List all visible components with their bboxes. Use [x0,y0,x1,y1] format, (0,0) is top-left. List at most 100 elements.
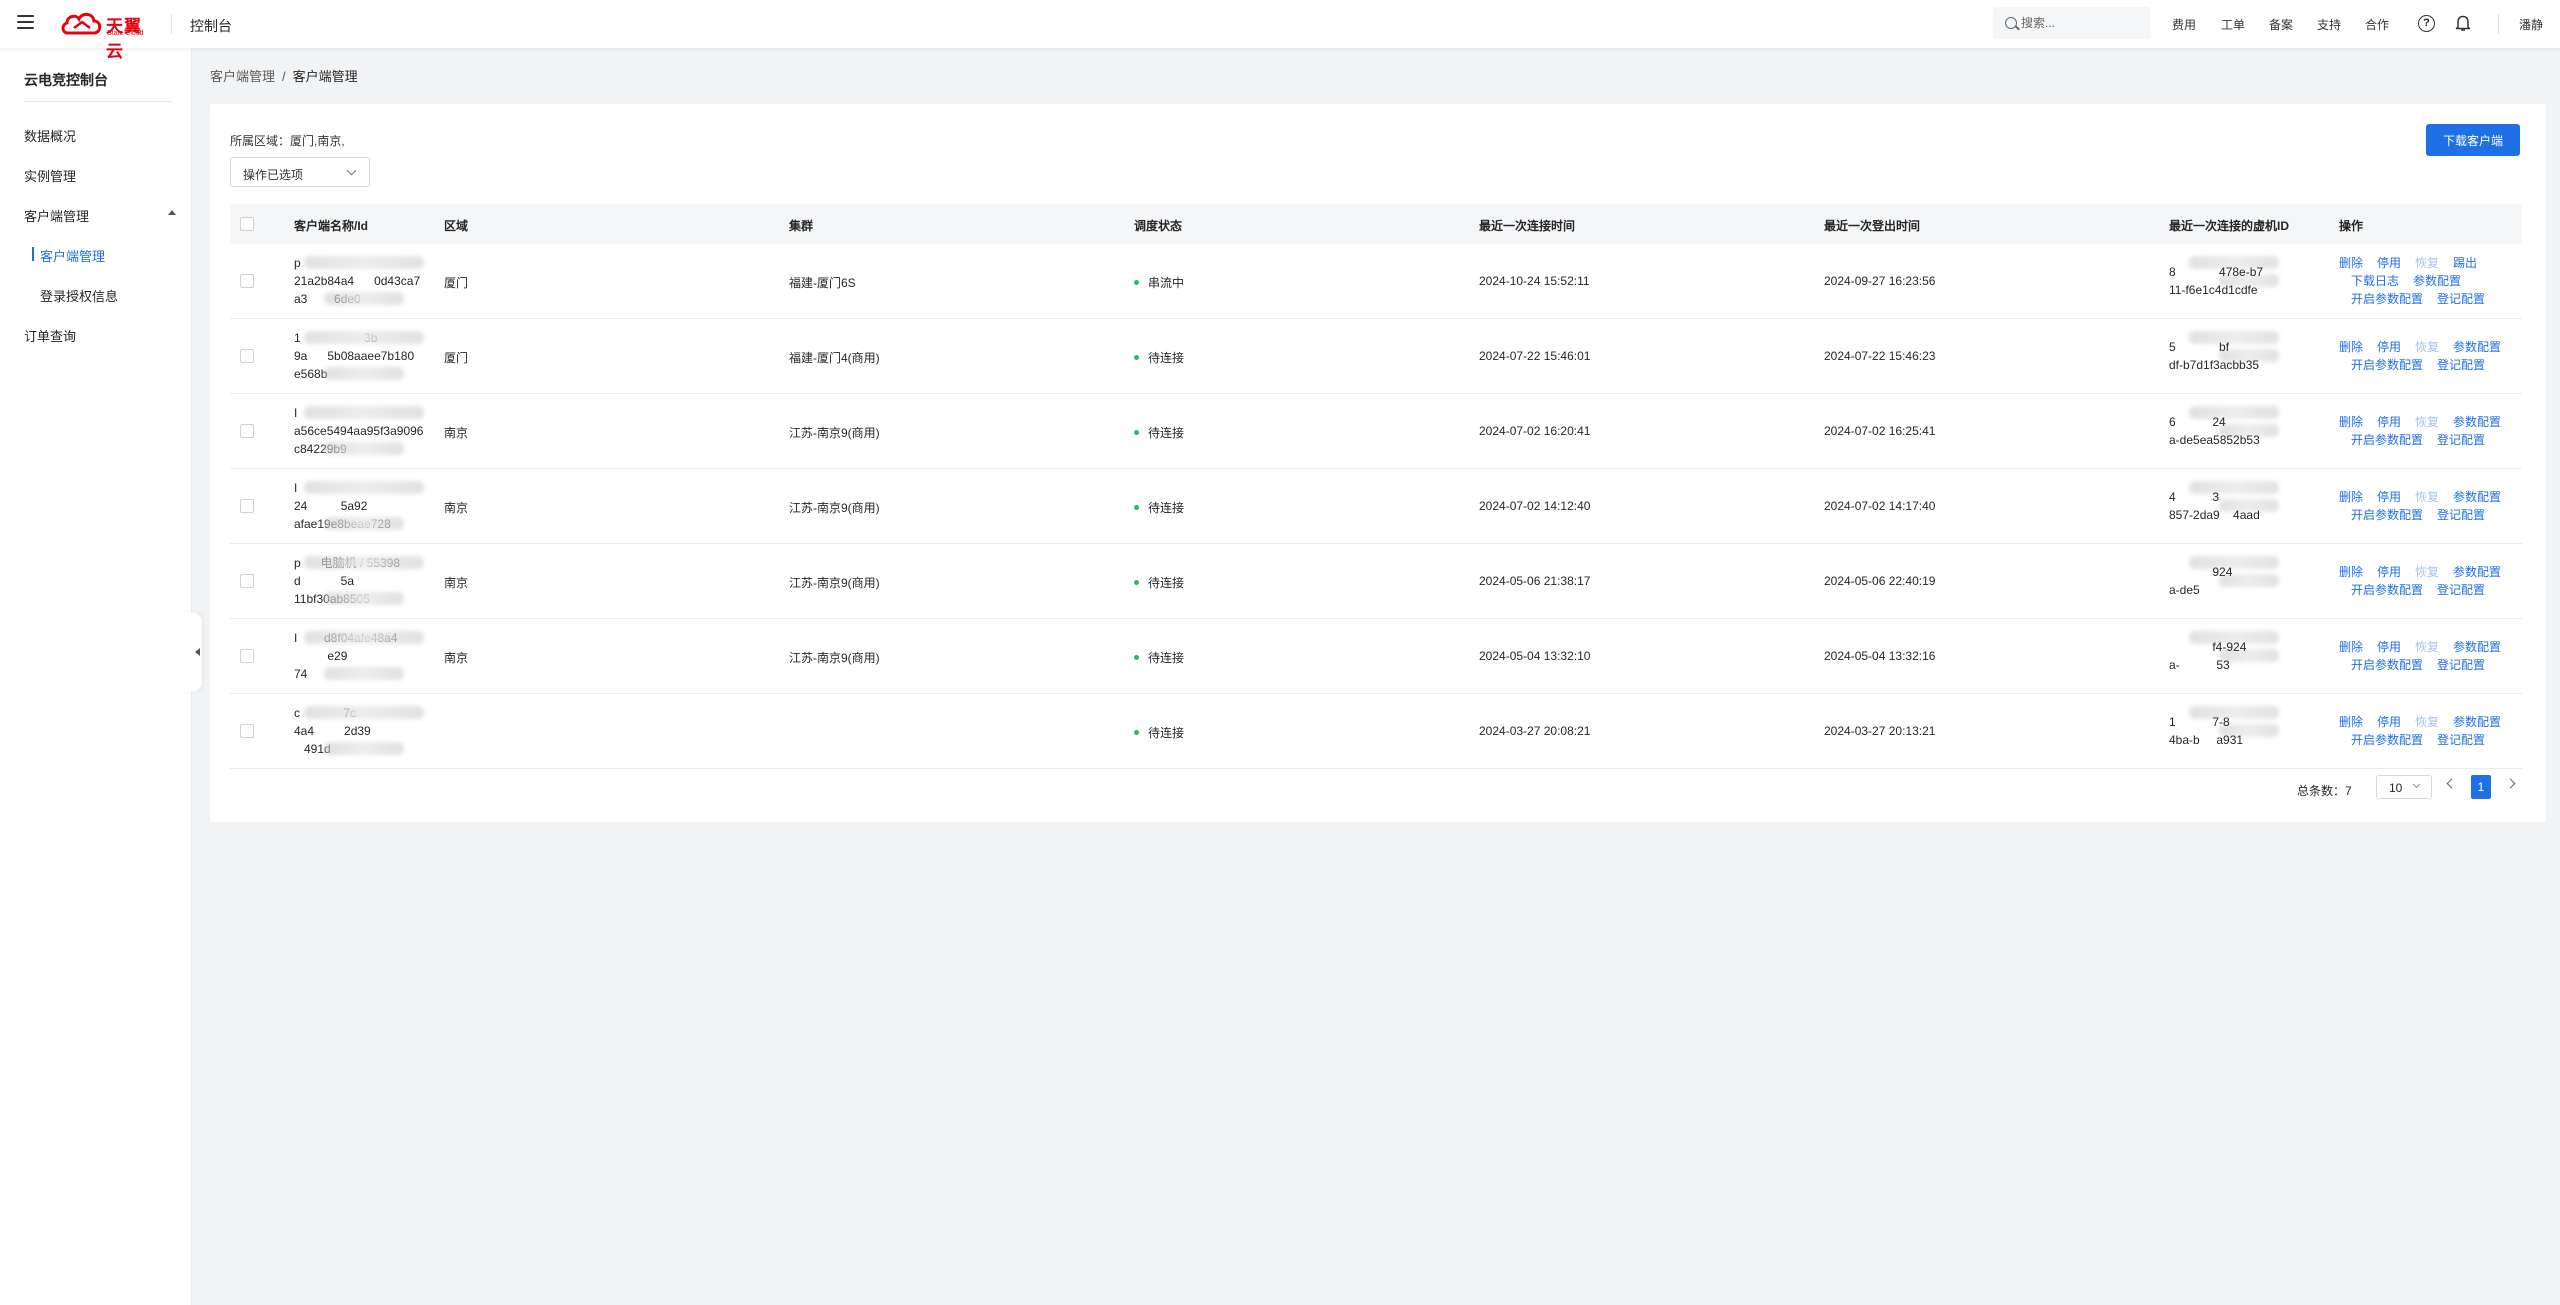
delete-button[interactable]: 删除 [2339,563,2363,580]
client-id-line: 4a4 2d39 [294,724,371,738]
nav-filing[interactable]: 备案 [2269,16,2293,33]
disable-button[interactable]: 停用 [2377,713,2401,730]
kick-button[interactable]: 踢出 [2453,254,2477,271]
row-checkbox[interactable] [240,499,254,513]
table-row: p 21a2b84a4 0d43ca7a3 6de0厦门福建-厦门6S串流中20… [230,244,2522,319]
row-checkbox[interactable] [240,649,254,663]
register-config-button[interactable]: 登记配置 [2437,731,2485,748]
sidebar-item-client-manage[interactable]: 客户端管理 [40,246,105,265]
logo-subtext: State Cloud [107,30,144,37]
enable-param-config-button[interactable]: 开启参数配置 [2351,356,2423,373]
row-checkbox[interactable] [240,724,254,738]
batch-action-select[interactable]: 操作已选项 [230,157,370,187]
delete-button[interactable]: 删除 [2339,713,2363,730]
chevron-up-icon[interactable] [168,210,176,215]
logo[interactable]: 天翼云 State Cloud [60,9,156,61]
nav-tickets[interactable]: 工单 [2221,16,2245,33]
register-config-button[interactable]: 登记配置 [2437,356,2485,373]
sidebar-item-overview[interactable]: 数据概况 [24,126,76,145]
download-log-button[interactable]: 下载日志 [2351,272,2399,289]
console-link[interactable]: 控制台 [190,16,232,36]
delete-button[interactable]: 删除 [2339,413,2363,430]
restore-button[interactable]: 恢复 [2415,413,2439,430]
param-config-button[interactable]: 参数配置 [2413,272,2461,289]
redaction-mark [324,442,404,455]
param-config-button[interactable]: 参数配置 [2453,413,2501,430]
param-config-button[interactable]: 参数配置 [2453,563,2501,580]
disable-button[interactable]: 停用 [2377,638,2401,655]
redaction-mark [304,631,424,644]
delete-button[interactable]: 删除 [2339,488,2363,505]
table-row: Ia56ce5494aa95f3a9096 c84229b9 南京 江苏-南京9(商用… [230,394,2522,469]
enable-param-config-button[interactable]: 开启参数配置 [2351,656,2423,673]
divider [2498,14,2499,34]
register-config-button[interactable]: 登记配置 [2437,431,2485,448]
param-config-button[interactable]: 参数配置 [2453,488,2501,505]
param-config-button[interactable]: 参数配置 [2453,638,2501,655]
param-config-button[interactable]: 参数配置 [2453,338,2501,355]
user-menu[interactable]: 潘静 [2519,16,2543,33]
register-config-button[interactable]: 登记配置 [2437,290,2485,307]
page-number-current[interactable]: 1 [2471,775,2491,799]
column-header: 客户端名称/Id [294,219,368,233]
last-logout-cell: 2024-05-04 13:32:16 [1824,649,1936,663]
delete-button[interactable]: 删除 [2339,638,2363,655]
prev-page-icon[interactable] [2446,778,2457,789]
row-checkbox[interactable] [240,574,254,588]
sidebar-item-login-auth[interactable]: 登录授权信息 [40,286,118,305]
enable-param-config-button[interactable]: 开启参数配置 [2351,431,2423,448]
disable-button[interactable]: 停用 [2377,338,2401,355]
row-checkbox[interactable] [240,349,254,363]
region-filter-label: 所属区域：厦门,南京, [230,134,345,148]
restore-button[interactable]: 恢复 [2415,563,2439,580]
help-icon[interactable]: ? [2418,15,2435,32]
disable-button[interactable]: 停用 [2377,488,2401,505]
sidebar-collapse-handle[interactable] [182,612,202,692]
restore-button[interactable]: 恢复 [2415,338,2439,355]
last-logout-cell: 2024-07-22 15:46:23 [1824,349,1936,363]
enable-param-config-button[interactable]: 开启参数配置 [2351,506,2423,523]
restore-button[interactable]: 恢复 [2415,254,2439,271]
sidebar-item-client-group[interactable]: 客户端管理 [24,206,89,225]
sidebar-item-instances[interactable]: 实例管理 [24,166,76,185]
vm-id-cell: 6 24 a-de5ea5852b53 [2169,413,2319,449]
select-all-checkbox[interactable] [240,217,254,231]
delete-button[interactable]: 删除 [2339,338,2363,355]
search-box[interactable] [1993,7,2150,39]
disable-button[interactable]: 停用 [2377,413,2401,430]
status-dot-icon [1134,430,1139,436]
status-cell: 待连接 [1134,424,1184,441]
restore-button[interactable]: 恢复 [2415,713,2439,730]
disable-button[interactable]: 停用 [2377,254,2401,271]
nav-partner[interactable]: 合作 [2365,16,2389,33]
restore-button[interactable]: 恢复 [2415,638,2439,655]
next-page-icon[interactable] [2505,778,2516,789]
status-text: 待连接 [1148,651,1185,665]
page-size-select[interactable]: 10 [2376,775,2432,799]
breadcrumb-item[interactable]: 客户端管理 [210,69,275,84]
nav-support[interactable]: 支持 [2317,16,2341,33]
search-input[interactable] [2021,14,2141,32]
sidebar-item-orders[interactable]: 订单查询 [24,326,76,345]
restore-button[interactable]: 恢复 [2415,488,2439,505]
param-config-button[interactable]: 参数配置 [2453,713,2501,730]
delete-button[interactable]: 删除 [2339,254,2363,271]
region-cell: 南京 [444,501,469,515]
table-row: 1 3b9a 5b08aaee7b180e568b厦门福建-厦门4(商用)待连接… [230,319,2522,394]
enable-param-config-button[interactable]: 开启参数配置 [2351,731,2423,748]
nav-billing[interactable]: 费用 [2172,16,2196,33]
row-checkbox[interactable] [240,274,254,288]
vm-id-line: df-b7d1f3acbb35 [2169,358,2260,372]
cluster-cell: 福建-厦门6S [789,276,856,290]
disable-button[interactable]: 停用 [2377,563,2401,580]
menu-icon[interactable] [17,15,34,29]
bell-icon[interactable] [2455,14,2471,32]
enable-param-config-button[interactable]: 开启参数配置 [2351,581,2423,598]
table-row: p 电脑机 / 55398d 5a11bf30ab8505南京江苏-南京9(商用… [230,544,2522,619]
enable-param-config-button[interactable]: 开启参数配置 [2351,290,2423,307]
row-checkbox[interactable] [240,424,254,438]
download-client-button[interactable]: 下载客户端 [2426,124,2520,156]
register-config-button[interactable]: 登记配置 [2437,656,2485,673]
register-config-button[interactable]: 登记配置 [2437,581,2485,598]
register-config-button[interactable]: 登记配置 [2437,506,2485,523]
